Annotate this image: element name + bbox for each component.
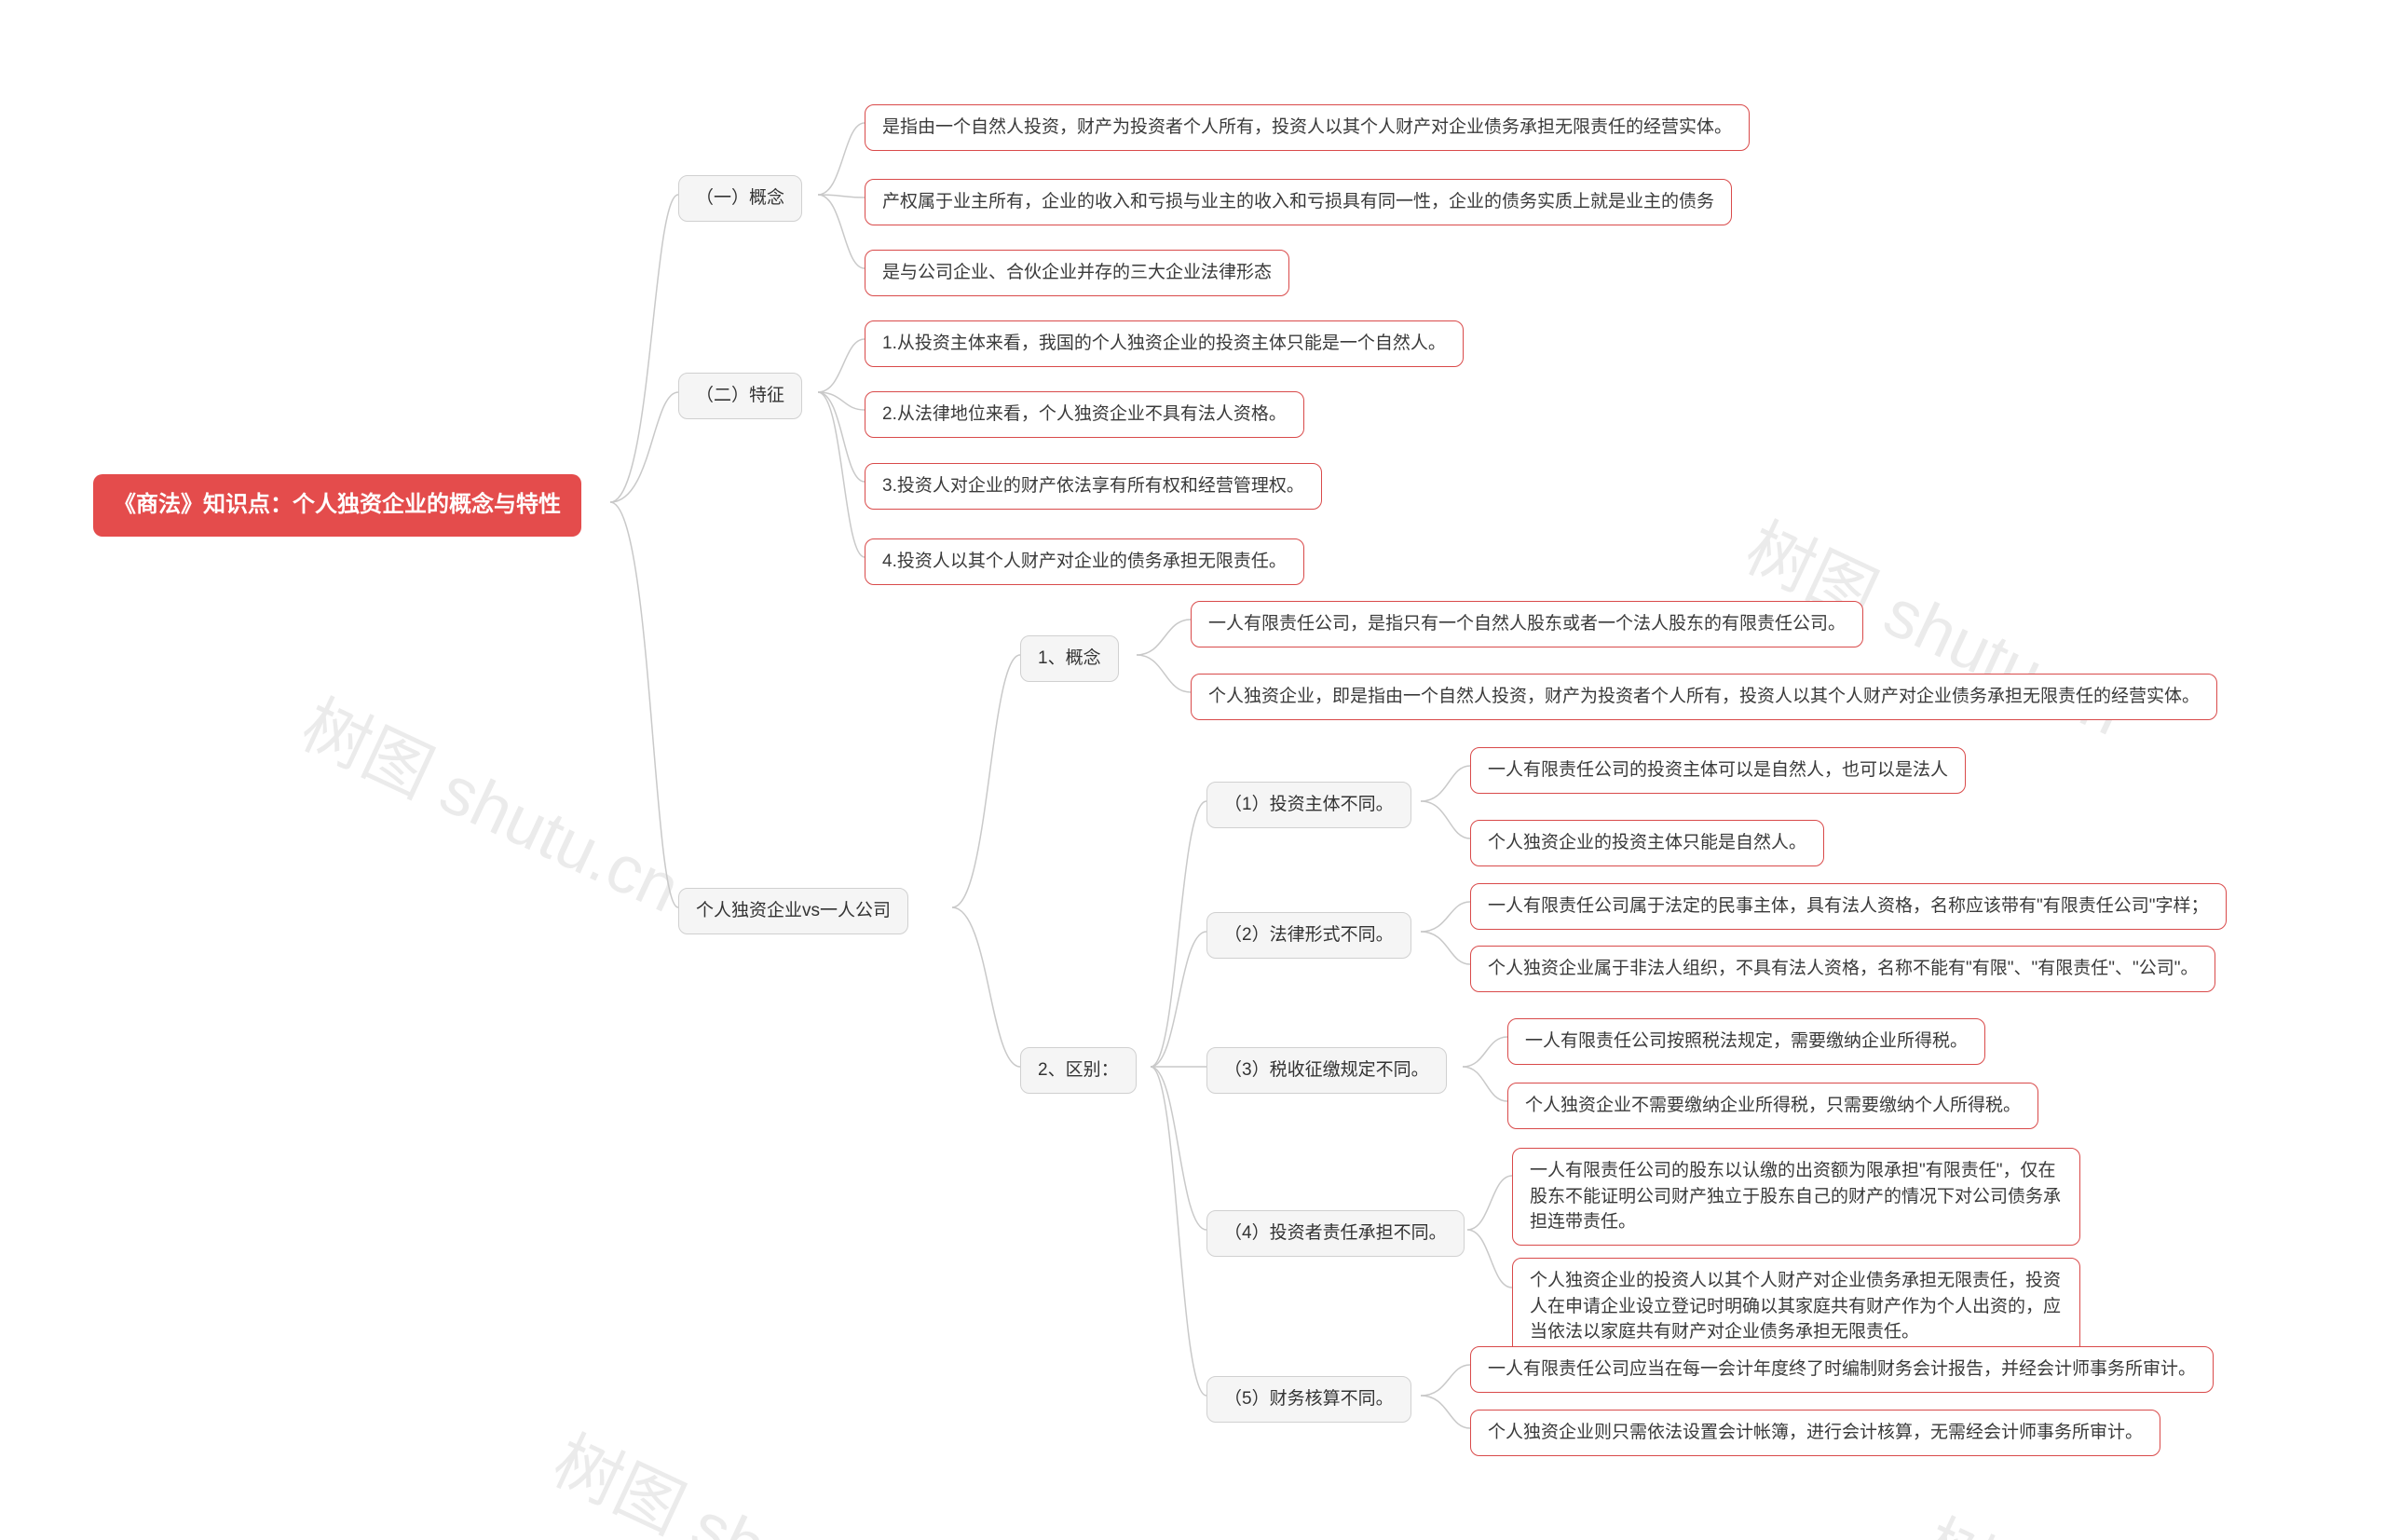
diff-2-a[interactable]: 一人有限责任公司属于法定的民事主体，具有法人资格，名称应该带有"有限责任公司"字…	[1470, 883, 2227, 930]
diff-3[interactable]: （3）税收征缴规定不同。	[1206, 1047, 1447, 1094]
diff-3-a[interactable]: 一人有限责任公司按照税法规定，需要缴纳企业所得税。	[1507, 1018, 1985, 1065]
diff-5-a[interactable]: 一人有限责任公司应当在每一会计年度终了时编制财务会计报告，并经会计师事务所审计。	[1470, 1346, 2214, 1393]
diff-5-b[interactable]: 个人独资企业则只需依法设置会计帐簿，进行会计核算，无需经会计师事务所审计。	[1470, 1410, 2160, 1456]
diff-2[interactable]: （2）法律形式不同。	[1206, 912, 1411, 959]
concept-item-3[interactable]: 是与公司企业、合伙企业并存的三大企业法律形态	[865, 250, 1289, 296]
root-node[interactable]: 《商法》知识点：个人独资企业的概念与特性	[93, 474, 581, 537]
concept-item-2[interactable]: 产权属于业主所有，企业的收入和亏损与业主的收入和亏损具有同一性，企业的债务实质上…	[865, 179, 1732, 225]
section-compare[interactable]: 个人独资企业vs一人公司	[678, 888, 908, 934]
concept-item-1[interactable]: 是指由一个自然人投资，财产为投资者个人所有，投资人以其个人财产对企业债务承担无限…	[865, 104, 1750, 151]
feature-item-1[interactable]: 1.从投资主体来看，我国的个人独资企业的投资主体只能是一个自然人。	[865, 320, 1464, 367]
diff-1-b[interactable]: 个人独资企业的投资主体只能是自然人。	[1470, 820, 1824, 866]
watermark: 树图 shutu.cn	[289, 671, 699, 932]
diff-1[interactable]: （1）投资主体不同。	[1206, 782, 1411, 828]
diff-1-a[interactable]: 一人有限责任公司的投资主体可以是自然人，也可以是法人	[1470, 747, 1966, 794]
watermark: 树图 shutu.cn	[540, 1407, 950, 1540]
compare-concept[interactable]: 1、概念	[1020, 635, 1119, 682]
diff-5[interactable]: （5）财务核算不同。	[1206, 1376, 1411, 1423]
compare-concept-2[interactable]: 个人独资企业，即是指由一个自然人投资，财产为投资者个人所有，投资人以其个人财产对…	[1191, 674, 2217, 720]
diff-4-a[interactable]: 一人有限责任公司的股东以认缴的出资额为限承担"有限责任"，仅在股东不能证明公司财…	[1512, 1148, 2080, 1246]
diff-2-b[interactable]: 个人独资企业属于非法人组织，不具有法人资格，名称不能有"有限"、"有限责任"、"…	[1470, 946, 2215, 992]
diff-4-b[interactable]: 个人独资企业的投资人以其个人财产对企业债务承担无限责任，投资人在申请企业设立登记…	[1512, 1258, 2080, 1356]
compare-diff[interactable]: 2、区别：	[1020, 1047, 1137, 1094]
feature-item-3[interactable]: 3.投资人对企业的财产依法享有所有权和经营管理权。	[865, 463, 1322, 510]
diff-4[interactable]: （4）投资者责任承担不同。	[1206, 1210, 1465, 1257]
section-concept[interactable]: （一）概念	[678, 175, 802, 222]
compare-concept-1[interactable]: 一人有限责任公司，是指只有一个自然人股东或者一个法人股东的有限责任公司。	[1191, 601, 1863, 647]
section-feature[interactable]: （二）特征	[678, 373, 802, 419]
watermark: 树图 shutu.cn	[1910, 1491, 2320, 1540]
feature-item-4[interactable]: 4.投资人以其个人财产对企业的债务承担无限责任。	[865, 538, 1304, 585]
diff-3-b[interactable]: 个人独资企业不需要缴纳企业所得税，只需要缴纳个人所得税。	[1507, 1083, 2038, 1129]
feature-item-2[interactable]: 2.从法律地位来看，个人独资企业不具有法人资格。	[865, 391, 1304, 438]
